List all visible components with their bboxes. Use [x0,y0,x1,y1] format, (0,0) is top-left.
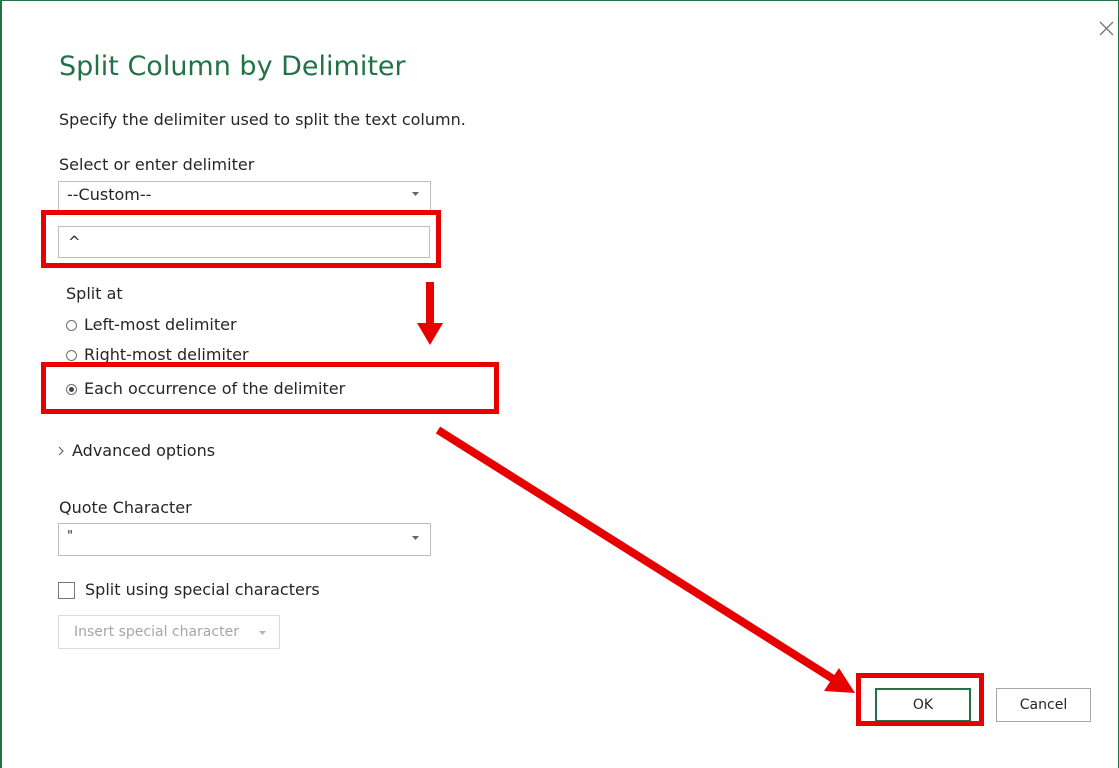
dialog-description: Specify the delimiter used to split the … [59,110,466,129]
radio-circle [66,350,77,361]
close-icon [1099,21,1114,36]
split-at-label: Split at [66,284,123,303]
radio-left-most-label: Left-most delimiter [84,315,237,334]
cancel-button[interactable]: Cancel [996,688,1091,722]
special-characters-label: Split using special characters [85,580,320,599]
close-button[interactable] [1094,17,1118,41]
dropdown-arrow-icon [412,192,419,196]
insert-special-character-button[interactable]: Insert special character [58,615,280,649]
delimiter-select-value: --Custom-- [67,185,152,204]
checkbox-box [58,582,75,599]
advanced-options-label: Advanced options [72,441,216,460]
quote-character-value: " [67,529,73,544]
quote-character-select[interactable]: " [58,523,431,556]
dropdown-arrow-icon [412,536,419,540]
delimiter-select[interactable]: --Custom-- [58,181,431,213]
dropdown-arrow-icon [259,631,266,635]
radio-right-most-label: Right-most delimiter [84,345,249,364]
delimiter-label: Select or enter delimiter [59,155,255,174]
radio-each-occurrence-label: Each occurrence of the delimiter [84,379,346,398]
split-column-dialog: Split Column by Delimiter Specify the de… [0,0,1119,768]
radio-circle-selected [66,384,77,395]
radio-circle [66,320,77,331]
custom-delimiter-input[interactable] [58,226,430,258]
insert-special-character-label: Insert special character [74,624,239,640]
ok-button[interactable]: OK [875,688,971,722]
chevron-right-icon [58,446,64,456]
quote-character-label: Quote Character [59,498,192,517]
dialog-title: Split Column by Delimiter [59,51,406,82]
